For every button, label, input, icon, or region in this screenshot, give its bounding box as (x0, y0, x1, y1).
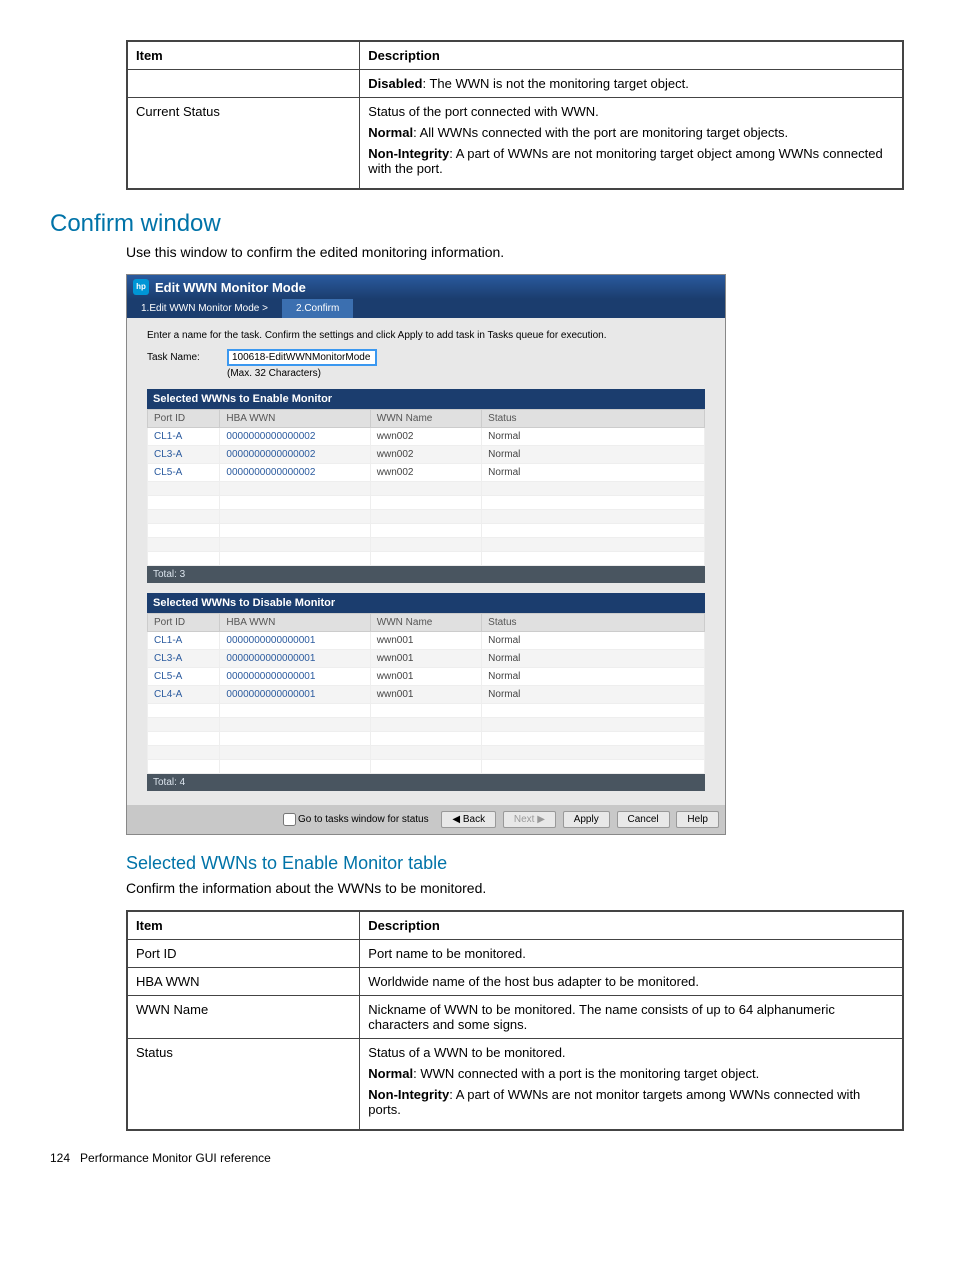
top-row0-item (127, 70, 360, 98)
table-row (148, 482, 705, 496)
dialog-instruction: Enter a name for the task. Confirm the s… (147, 330, 705, 341)
table-row (148, 704, 705, 718)
cancel-button[interactable]: Cancel (617, 811, 670, 828)
step-1[interactable]: 1.Edit WWN Monitor Mode > (127, 299, 282, 318)
next-button: Next ▶ (503, 811, 556, 828)
table-row (148, 538, 705, 552)
table-row[interactable]: CL4-A0000000000000001wwn001Normal (148, 686, 705, 704)
item-description-table-top: Item Description Disabled: The WWN is no… (126, 40, 904, 190)
dialog-title-text: Edit WWN Monitor Mode (155, 280, 306, 295)
table-row[interactable]: CL1-A0000000000000001wwn001Normal (148, 632, 705, 650)
dialog-footer: Go to tasks window for status ◀ Back Nex… (127, 805, 725, 834)
apply-button[interactable]: Apply (563, 811, 610, 828)
wizard-steps: 1.Edit WWN Monitor Mode > 2.Confirm (127, 299, 725, 318)
top-row0-desc: Disabled: The WWN is not the monitoring … (360, 70, 903, 98)
table-row (148, 510, 705, 524)
enable-table: Port ID HBA WWN WWN Name Status CL1-A000… (147, 409, 705, 566)
table-row (148, 746, 705, 760)
help-button[interactable]: Help (676, 811, 719, 828)
enable-total: Total: 3 (147, 566, 705, 583)
disable-table-title: Selected WWNs to Disable Monitor (147, 593, 705, 613)
confirm-window-intro: Use this window to confirm the edited mo… (126, 244, 904, 260)
enable-monitor-table-intro: Confirm the information about the WWNs t… (126, 880, 904, 896)
footer-title: Performance Monitor GUI reference (80, 1151, 271, 1165)
col-item: Item (127, 911, 360, 940)
table-row[interactable]: CL5-A0000000000000002wwn002Normal (148, 464, 705, 482)
top-row1-item: Current Status (127, 98, 360, 190)
enable-table-title: Selected WWNs to Enable Monitor (147, 389, 705, 409)
table-row[interactable]: CL3-A0000000000000002wwn002Normal (148, 446, 705, 464)
task-name-input[interactable] (227, 349, 377, 366)
confirm-window-heading: Confirm window (50, 210, 904, 238)
table-row (148, 552, 705, 566)
col-item: Item (127, 41, 360, 70)
page-footer: 124 Performance Monitor GUI reference (50, 1151, 904, 1165)
disable-total: Total: 4 (147, 774, 705, 791)
table-row (148, 524, 705, 538)
disable-table: Port ID HBA WWN WWN Name Status CL1-A000… (147, 613, 705, 774)
edit-wwn-dialog: hp Edit WWN Monitor Mode 1.Edit WWN Moni… (126, 274, 726, 835)
top-row1-desc: Status of the port connected with WWN. N… (360, 98, 903, 190)
page-number: 124 (50, 1151, 70, 1165)
step-2[interactable]: 2.Confirm (282, 299, 353, 318)
col-description: Description (360, 41, 903, 70)
table-row[interactable]: CL5-A0000000000000001wwn001Normal (148, 668, 705, 686)
table-row (148, 718, 705, 732)
col-description: Description (360, 911, 903, 940)
enable-monitor-table-heading: Selected WWNs to Enable Monitor table (126, 853, 904, 874)
table-row (148, 760, 705, 774)
dialog-titlebar: hp Edit WWN Monitor Mode (127, 275, 725, 299)
table-row (148, 496, 705, 510)
task-name-hint: (Max. 32 Characters) (227, 368, 705, 379)
hp-logo-icon: hp (133, 279, 149, 295)
table-row[interactable]: CL3-A0000000000000001wwn001Normal (148, 650, 705, 668)
item-description-table-bottom: Item Description Port ID Port name to be… (126, 910, 904, 1131)
goto-tasks-checkbox-label[interactable]: Go to tasks window for status (283, 814, 429, 825)
goto-tasks-checkbox[interactable] (283, 813, 296, 826)
table-row[interactable]: CL1-A0000000000000002wwn002Normal (148, 428, 705, 446)
table-row (148, 732, 705, 746)
back-button[interactable]: ◀ Back (441, 811, 496, 828)
task-name-label: Task Name: (147, 352, 227, 363)
